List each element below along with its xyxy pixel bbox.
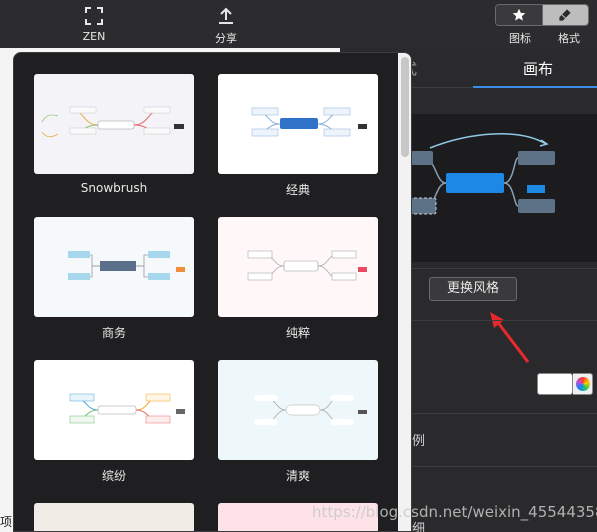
theme-picker-popover: Snowbrush 经典 商务 纯粹 缤纷 清爽 xyxy=(13,52,412,532)
color-picker-button[interactable] xyxy=(573,373,593,395)
format-panel-label: 格式 xyxy=(558,32,580,45)
theme-thumbnail-snowbrush[interactable] xyxy=(34,74,194,174)
divider xyxy=(400,466,597,467)
theme-classic-preview xyxy=(251,107,367,137)
inspector-toggle xyxy=(495,4,589,26)
theme-thumbnail-colorful[interactable] xyxy=(34,360,194,460)
tab-canvas[interactable]: 画布 xyxy=(523,58,553,79)
theme-business-preview xyxy=(68,251,185,280)
theme-name: 经典 xyxy=(285,183,310,197)
theme-name: 纯粹 xyxy=(285,326,310,340)
panel-row-label: 例 xyxy=(412,434,426,449)
annotation-arrow xyxy=(490,312,530,363)
theme-preview-diagram xyxy=(401,133,555,215)
scrollbar-thumb[interactable] xyxy=(401,57,409,157)
share-button[interactable]: 分享 xyxy=(196,6,256,46)
zen-button[interactable]: ZEN xyxy=(64,6,124,43)
brush-icon xyxy=(559,9,571,21)
color-wheel-icon xyxy=(575,377,590,391)
divider xyxy=(400,268,597,269)
theme-preview xyxy=(400,114,597,262)
background-color-well[interactable] xyxy=(537,373,573,395)
divider xyxy=(400,413,597,414)
icon-panel-toggle[interactable] xyxy=(496,5,543,25)
active-tab-indicator xyxy=(473,86,597,88)
watermark: https://blog.csdn.net/weixin_45544358 xyxy=(312,503,597,521)
star-icon xyxy=(512,8,526,21)
theme-thumbnail-business[interactable] xyxy=(34,217,194,317)
theme-thumbnail-classic[interactable] xyxy=(218,74,378,174)
theme-thumbnail-pure[interactable] xyxy=(218,217,378,317)
theme-thumbnail-fresh[interactable] xyxy=(218,360,378,460)
theme-colorful-preview xyxy=(69,393,185,424)
theme-name: 商务 xyxy=(101,326,126,340)
icon-panel-label: 图标 xyxy=(509,32,531,45)
canvas-partial-label: 项 xyxy=(0,515,13,529)
format-panel-toggle[interactable] xyxy=(542,5,588,25)
theme-name: 缤纷 xyxy=(101,469,126,483)
theme-name: Snowbrush xyxy=(80,181,148,195)
top-toolbar: ZEN 分享 图标 格式 xyxy=(0,0,597,48)
share-label: 分享 xyxy=(215,32,237,45)
theme-fresh-preview xyxy=(254,395,367,425)
zen-icon xyxy=(85,7,103,25)
share-icon xyxy=(219,7,233,24)
theme-snowbrush-preview xyxy=(41,106,184,138)
theme-pure-preview xyxy=(247,250,367,281)
theme-thumbnail-partial[interactable] xyxy=(34,503,194,531)
zen-label: ZEN xyxy=(82,30,106,43)
change-style-button[interactable]: 更换风格 xyxy=(429,277,517,301)
divider xyxy=(400,320,597,321)
theme-name: 清爽 xyxy=(285,469,310,483)
